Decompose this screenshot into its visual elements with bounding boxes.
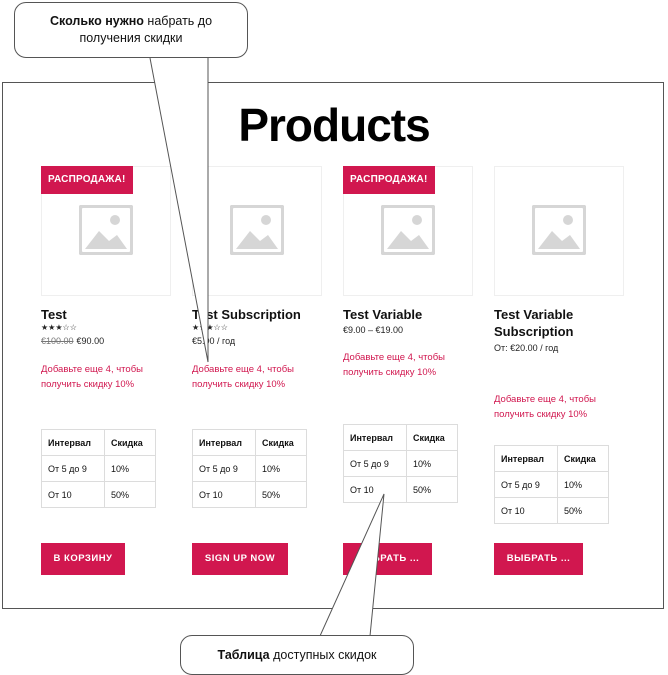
callout-text: набрать до	[143, 14, 213, 28]
callout-bold-text: Сколько нужно	[49, 14, 144, 28]
callout-bold-text: Таблица	[217, 648, 270, 662]
top-callout-pointer	[149, 57, 209, 363]
callout-text: доступных скидок	[269, 648, 377, 662]
callout-text: получения скидки	[79, 31, 183, 45]
bottom-callout-pointer	[319, 493, 385, 637]
callout-discount-threshold: Сколько нужно набрать до получения скидки	[14, 2, 248, 58]
callout-pointers	[149, 57, 385, 637]
callout-discount-table: Таблица доступных скидок	[180, 635, 414, 675]
